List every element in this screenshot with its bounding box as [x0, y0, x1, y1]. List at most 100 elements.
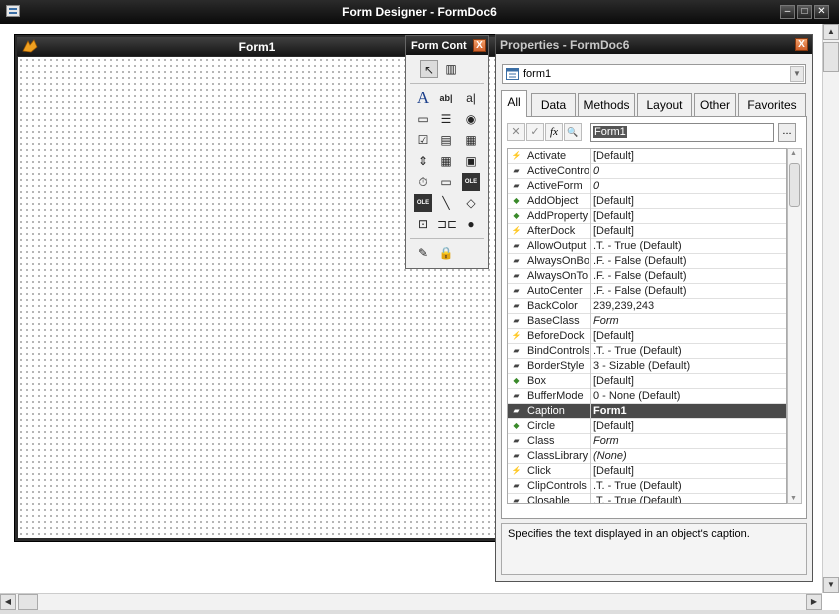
window-title: Form Designer - FormDoc6 — [342, 5, 497, 19]
scroll-right-icon[interactable]: ▶ — [806, 594, 822, 610]
property-value: 0 — [593, 165, 600, 177]
grid-tool-icon[interactable]: ▦ — [437, 152, 455, 170]
textbox-tool-icon[interactable]: ab| — [437, 89, 455, 107]
property-row[interactable]: ⚡ AfterDock [Default] — [508, 224, 786, 239]
property-list[interactable]: ⚡ Activate [Default] ▰ ActiveContro 0 ▰ ActiveF… — [507, 148, 787, 504]
property-row[interactable]: ▰ AlwaysOnBo .F. - False (Default) — [508, 254, 786, 269]
scroll-up-icon[interactable]: ▲ — [823, 24, 839, 40]
button-lock-tool-icon[interactable]: 🔒 — [437, 244, 455, 262]
horizontal-scrollbar[interactable]: ◀ ▶ — [0, 593, 822, 610]
property-name: ActiveContro — [527, 165, 589, 177]
editbox-tool-icon[interactable]: a| — [462, 89, 480, 107]
property-row[interactable]: ▰ BufferMode 0 - None (Default) — [508, 389, 786, 404]
chevron-down-icon[interactable]: ▼ — [790, 66, 804, 82]
column-divider — [590, 209, 591, 224]
property-row[interactable]: ◆ AddObject [Default] — [508, 194, 786, 209]
optiongroup-tool-icon[interactable]: ◉ — [462, 110, 480, 128]
commandbutton-tool-icon[interactable]: ▭ — [414, 110, 432, 128]
tab-other[interactable]: Other — [694, 93, 736, 116]
view-classes-tool-icon[interactable]: ▥ — [442, 60, 460, 78]
maximize-button[interactable]: □ — [797, 5, 812, 19]
property-row[interactable]: ▰ AutoCenter .F. - False (Default) — [508, 284, 786, 299]
property-row[interactable]: ▰ ClassLibrary (None) — [508, 449, 786, 464]
horizontal-scrollbar-thumb[interactable] — [18, 594, 38, 610]
form-controls-close-button[interactable]: X — [473, 39, 486, 52]
property-row[interactable]: ▰ Caption Form1 — [508, 404, 786, 419]
property-row[interactable]: ▰ ActiveContro 0 — [508, 164, 786, 179]
scroll-up-icon[interactable]: ▲ — [790, 150, 797, 157]
tab-favorites[interactable]: Favorites — [738, 93, 806, 116]
tab-all[interactable]: All — [501, 90, 527, 117]
container-tool-icon[interactable]: ⊡ — [414, 215, 432, 233]
scroll-down-icon[interactable]: ▼ — [790, 495, 797, 502]
property-row[interactable]: ◆ Circle [Default] — [508, 419, 786, 434]
form-object-icon — [506, 68, 519, 80]
vertical-scrollbar[interactable]: ▲ ▼ — [822, 24, 839, 593]
function-builder-button[interactable]: fx — [545, 123, 563, 141]
tab-methods[interactable]: Methods — [578, 93, 635, 116]
property-value: [Default] — [593, 465, 634, 477]
property-name: AllowOutput — [527, 240, 587, 252]
commandgroup-tool-icon[interactable]: ☰ — [437, 110, 455, 128]
pointer-tool-icon[interactable]: ↖ — [420, 60, 438, 78]
property-value-input[interactable]: Form1 — [590, 123, 774, 142]
olecontainer-tool-icon[interactable]: OLE — [414, 194, 432, 212]
property-icon: ▰ — [513, 286, 520, 295]
vertical-scrollbar-thumb[interactable] — [823, 42, 839, 72]
property-value: Form1 — [593, 405, 627, 417]
scrollbar-thumb[interactable] — [789, 163, 800, 207]
oleboundcontrol-tool-icon[interactable]: OLE — [462, 173, 480, 191]
builder-lock-tool-icon[interactable]: ✎ — [414, 244, 432, 262]
combobox-tool-icon[interactable]: ▤ — [437, 131, 455, 149]
tab-layout[interactable]: Layout — [637, 93, 692, 116]
label-tool-icon[interactable]: A — [414, 89, 432, 107]
property-row[interactable]: ▰ Class Form — [508, 434, 786, 449]
column-divider — [590, 329, 591, 344]
close-button[interactable]: ✕ — [814, 5, 829, 19]
property-value: 0 — [593, 180, 600, 192]
tab-data[interactable]: Data — [531, 93, 576, 116]
property-row[interactable]: ◆ Box [Default] — [508, 374, 786, 389]
property-row[interactable]: ▰ BackColor 239,239,243 — [508, 299, 786, 314]
object-selector[interactable]: form1 ▼ — [502, 64, 806, 84]
zoom-button[interactable]: 🔍 — [564, 123, 582, 141]
property-row[interactable]: ⚡ Click [Default] — [508, 464, 786, 479]
property-row[interactable]: ▰ Closable .T. - True (Default) — [508, 494, 786, 503]
property-row[interactable]: ▰ AllowOutput .T. - True (Default) — [508, 239, 786, 254]
property-value: .F. - False (Default) — [593, 285, 687, 297]
separator-tool-icon[interactable]: ⊐⊏ — [437, 215, 457, 233]
pageframe-tool-icon[interactable]: ▭ — [437, 173, 455, 191]
listbox-tool-icon[interactable]: ▦ — [462, 131, 480, 149]
form-controls-toolbar[interactable]: Form Cont X ↖ ▥ Aab| a| ▭ ☰ ◉ ☑ ▤ ▦ ⇕ ▦ ▣ ⏱ ▭ OLE OLE ╲ ◇ ⊡… — [405, 35, 489, 269]
timer-tool-icon[interactable]: ⏱ — [414, 173, 432, 191]
shape-tool-icon[interactable]: ◇ — [462, 194, 480, 212]
property-row[interactable]: ⚡ Activate [Default] — [508, 149, 786, 164]
property-row[interactable]: ▰ AlwaysOnTo .F. - False (Default) — [508, 269, 786, 284]
image-tool-icon[interactable]: ▣ — [462, 152, 480, 170]
line-tool-icon[interactable]: ╲ — [437, 194, 455, 212]
accept-edit-button[interactable]: ✓ — [526, 123, 544, 141]
properties-close-button[interactable]: X — [795, 38, 808, 51]
property-name: AlwaysOnTo — [527, 270, 589, 282]
property-name: ClassLibrary — [527, 450, 589, 462]
property-row[interactable]: ▰ ActiveForm 0 — [508, 179, 786, 194]
spinner-tool-icon[interactable]: ⇕ — [414, 152, 432, 170]
property-row[interactable]: ▰ BorderStyle 3 - Sizable (Default) — [508, 359, 786, 374]
property-row[interactable]: ⚡ BeforeDock [Default] — [508, 329, 786, 344]
minimize-button[interactable]: – — [780, 5, 795, 19]
checkbox-tool-icon[interactable]: ☑ — [414, 131, 432, 149]
hyperlink-tool-icon[interactable]: ● — [462, 215, 480, 233]
column-divider — [590, 314, 591, 329]
ellipsis-button[interactable]: ... — [778, 123, 796, 142]
property-description: Specifies the text displayed in an objec… — [501, 523, 807, 575]
properties-window[interactable]: Properties - FormDoc6 X form1 ▼ All Data M… — [495, 34, 813, 582]
property-row[interactable]: ▰ BaseClass Form — [508, 314, 786, 329]
property-list-scrollbar[interactable]: ▲ ▼ — [787, 148, 802, 504]
property-name: BufferMode — [527, 390, 584, 402]
property-row[interactable]: ◆ AddProperty [Default] — [508, 209, 786, 224]
scroll-left-icon[interactable]: ◀ — [0, 594, 16, 610]
cancel-edit-button[interactable]: ✕ — [507, 123, 525, 141]
scroll-down-icon[interactable]: ▼ — [823, 577, 839, 593]
property-row[interactable]: ▰ ClipControls .T. - True (Default) — [508, 479, 786, 494]
property-row[interactable]: ▰ BindControls .T. - True (Default) — [508, 344, 786, 359]
